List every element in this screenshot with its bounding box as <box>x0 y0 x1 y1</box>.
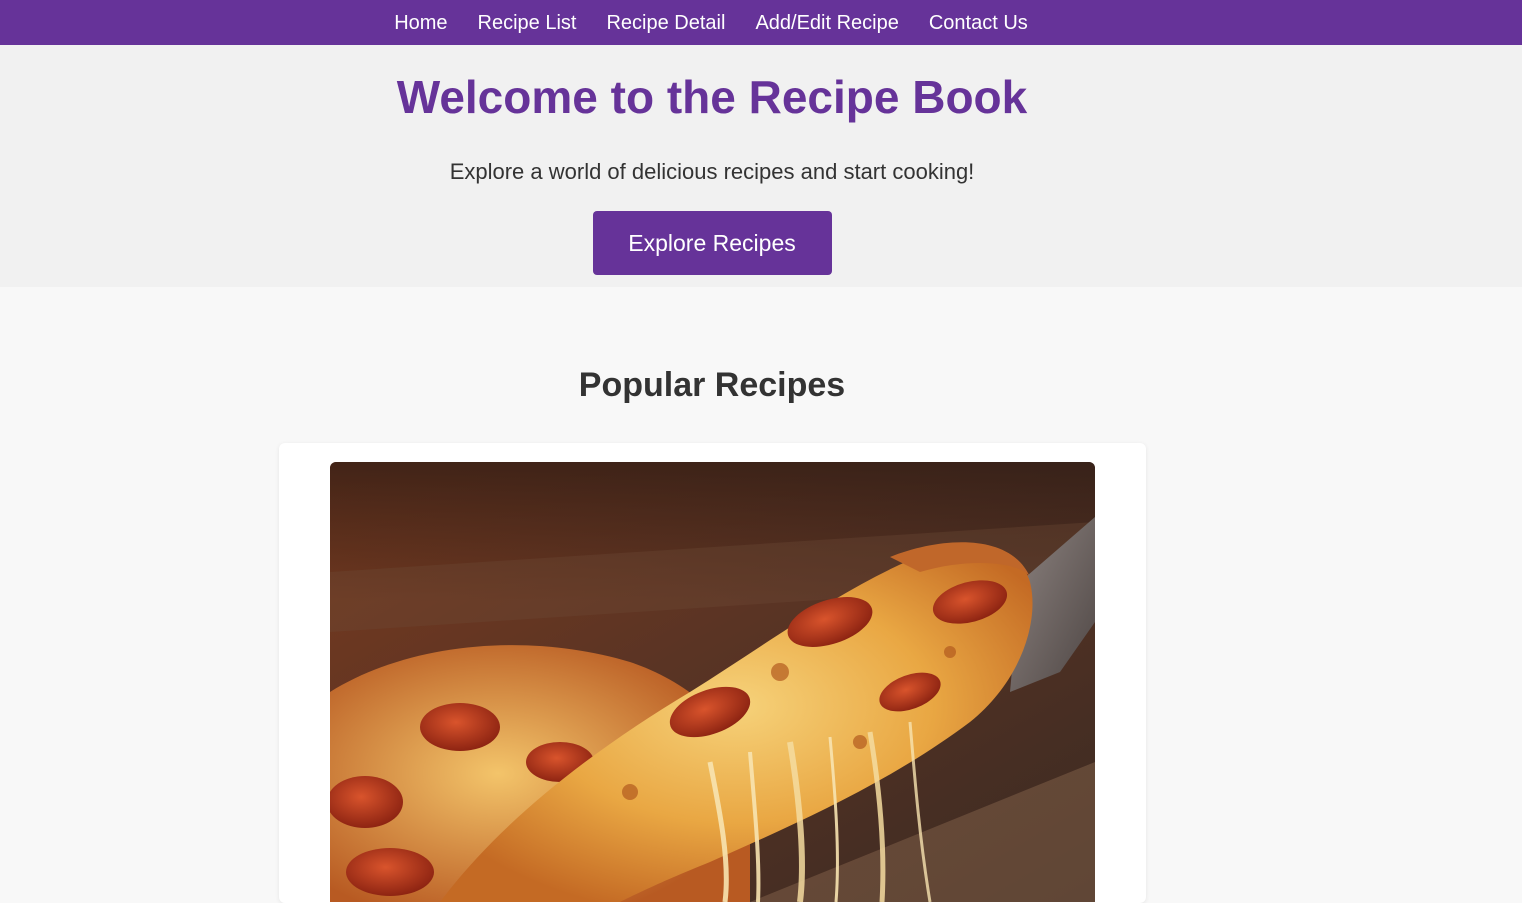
nav-item-add-edit-recipe: Add/Edit Recipe <box>740 1 913 45</box>
hero-title: Welcome to the Recipe Book <box>396 71 1028 123</box>
nav-list: Home Recipe List Recipe Detail Add/Edit … <box>379 1 1043 45</box>
nav-link-add-edit-recipe[interactable]: Add/Edit Recipe <box>740 1 913 45</box>
nav-link-recipe-list[interactable]: Recipe List <box>463 1 592 45</box>
nav-item-recipe-detail: Recipe Detail <box>591 1 740 45</box>
popular-recipes-section: Popular Recipes <box>0 287 1522 405</box>
popular-recipes-title: Popular Recipes <box>578 366 846 404</box>
pepperoni-pizza-image[interactable] <box>330 462 1095 902</box>
nav-link-recipe-detail[interactable]: Recipe Detail <box>591 1 740 45</box>
nav-item-recipe-list: Recipe List <box>463 1 592 45</box>
top-navbar: Home Recipe List Recipe Detail Add/Edit … <box>0 0 1522 45</box>
nav-link-contact-us[interactable]: Contact Us <box>914 1 1043 45</box>
explore-recipes-button[interactable]: Explore Recipes <box>592 211 832 275</box>
pizza-photo-illustration <box>330 462 1095 902</box>
nav-item-home: Home <box>379 1 462 45</box>
nav-link-home[interactable]: Home <box>379 1 462 45</box>
recipe-card[interactable] <box>279 443 1146 903</box>
hero-subtitle: Explore a world of delicious recipes and… <box>449 159 975 184</box>
hero-section: Welcome to the Recipe Book Explore a wor… <box>0 45 1522 287</box>
nav-item-contact-us: Contact Us <box>914 1 1043 45</box>
